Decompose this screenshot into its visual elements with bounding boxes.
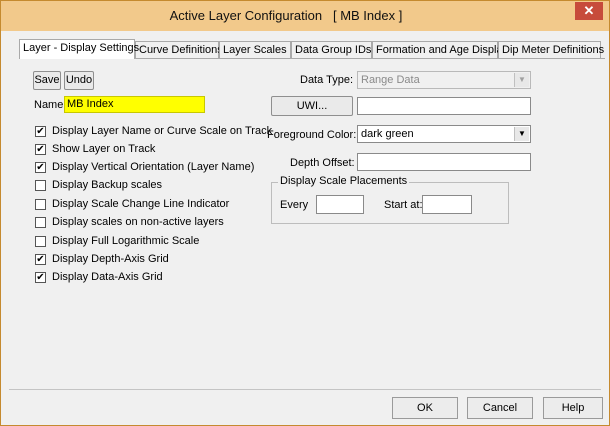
uwi-button[interactable]: UWI...: [271, 96, 353, 116]
every-field[interactable]: [316, 195, 364, 214]
checkbox-label: Display Data-Axis Grid: [52, 271, 163, 284]
checkbox-backup-scales[interactable]: Display Backup scales: [35, 179, 162, 193]
foreground-color-label: Foreground Color:: [267, 129, 357, 141]
dialog-client: Layer - Display Settings Curve Definitio…: [9, 31, 605, 419]
checkbox-box[interactable]: [35, 216, 46, 228]
checkbox-show-layer[interactable]: ✔ Show Layer on Track: [35, 143, 155, 157]
tab-layer-display-settings[interactable]: Layer - Display Settings: [19, 39, 139, 59]
checkbox-label: Display scales on non-active layers: [52, 216, 224, 229]
checkbox-box[interactable]: ✔: [35, 271, 46, 283]
checkbox-box[interactable]: ✔: [35, 253, 46, 265]
data-type-label: Data Type:: [300, 74, 353, 86]
start-at-label: Start at:: [384, 199, 423, 211]
checkbox-scale-change-line[interactable]: Display Scale Change Line Indicator: [35, 198, 229, 212]
tab-label: Data Group IDs: [295, 44, 372, 56]
foreground-color-select[interactable]: dark green ▼: [357, 125, 531, 143]
footer-divider: [9, 389, 601, 390]
checkbox-label: Display Scale Change Line Indicator: [52, 198, 230, 211]
window-title-name: Active Layer Configuration: [169, 8, 323, 23]
chevron-down-icon[interactable]: ▼: [514, 127, 529, 141]
tab-dip-meter-definitions[interactable]: Dip Meter Definitions: [498, 41, 605, 58]
checkbox-full-log-scale[interactable]: Display Full Logarithmic Scale: [35, 235, 199, 249]
tab-panel-layer-display-settings: Save Undo Name: MB Index ✔ Display Layer …: [19, 58, 605, 387]
checkbox-box[interactable]: ✔: [35, 125, 46, 137]
tab-label: Formation and Age Display: [376, 44, 509, 56]
close-button[interactable]: ✕: [575, 2, 603, 20]
window-title: Active Layer Configuration [ MB Index ]: [1, 8, 571, 23]
tab-label: Layer - Display Settings: [23, 42, 140, 54]
cancel-button[interactable]: Cancel: [467, 397, 533, 419]
depth-offset-label: Depth Offset:: [290, 157, 355, 169]
tab-data-group-ids[interactable]: Data Group IDs: [291, 41, 372, 58]
foreground-color-value: dark green: [361, 128, 414, 140]
tab-curve-definitions[interactable]: Curve Definitions: [135, 41, 223, 58]
name-label: Name:: [34, 99, 67, 111]
checkbox-label: Display Full Logarithmic Scale: [52, 235, 200, 248]
checkbox-box[interactable]: ✔: [35, 161, 46, 173]
checkbox-non-active-scales[interactable]: Display scales on non-active layers: [35, 216, 224, 230]
uwi-field[interactable]: [357, 97, 531, 115]
tab-label: Dip Meter Definitions: [502, 44, 605, 56]
scale-placements-title: Display Scale Placements: [278, 175, 410, 187]
checkbox-depth-axis-grid[interactable]: ✔ Display Depth-Axis Grid: [35, 253, 169, 267]
save-button[interactable]: Save: [33, 71, 61, 90]
checkbox-label: Display Vertical Orientation (Layer Name…: [52, 161, 255, 174]
dialog-window: Active Layer Configuration [ MB Index ] …: [0, 0, 610, 426]
every-label: Every: [280, 199, 309, 211]
checkbox-data-axis-grid[interactable]: ✔ Display Data-Axis Grid: [35, 271, 163, 285]
chevron-down-icon[interactable]: ▼: [514, 73, 529, 87]
tab-label: Layer Scales: [223, 44, 287, 56]
checkbox-label: Display Depth-Axis Grid: [52, 253, 169, 266]
checkbox-box[interactable]: ✔: [35, 143, 46, 155]
ok-button[interactable]: OK: [392, 397, 458, 419]
tab-layer-scales[interactable]: Layer Scales: [219, 41, 291, 58]
start-at-field[interactable]: [422, 195, 472, 214]
checkbox-display-layer-name[interactable]: ✔ Display Layer Name or Curve Scale on Tr…: [35, 125, 272, 139]
help-button[interactable]: Help: [543, 397, 603, 419]
tab-formation-and-age-display[interactable]: Formation and Age Display: [372, 41, 508, 58]
checkbox-box[interactable]: [35, 179, 46, 191]
data-type-value: Range Data: [361, 74, 420, 86]
undo-button[interactable]: Undo: [64, 71, 94, 90]
checkbox-label: Display Layer Name or Curve Scale on Tra…: [52, 125, 273, 138]
checkbox-label: Display Backup scales: [52, 179, 163, 192]
name-field[interactable]: MB Index: [64, 96, 205, 113]
checkbox-vertical-orientation[interactable]: ✔ Display Vertical Orientation (Layer Nam…: [35, 161, 254, 175]
depth-offset-field[interactable]: [357, 153, 531, 171]
checkbox-box[interactable]: [35, 198, 46, 210]
scale-placements-group: Display Scale Placements Every Start at:: [271, 175, 509, 224]
tab-label: Curve Definitions: [139, 44, 223, 56]
checkbox-box[interactable]: [35, 235, 46, 247]
checkbox-label: Show Layer on Track: [52, 143, 156, 156]
title-bar[interactable]: Active Layer Configuration [ MB Index ] …: [1, 1, 609, 31]
data-type-select[interactable]: Range Data ▼: [357, 71, 531, 89]
close-icon: ✕: [583, 3, 595, 18]
window-title-tag: [ MB Index ]: [332, 8, 403, 23]
